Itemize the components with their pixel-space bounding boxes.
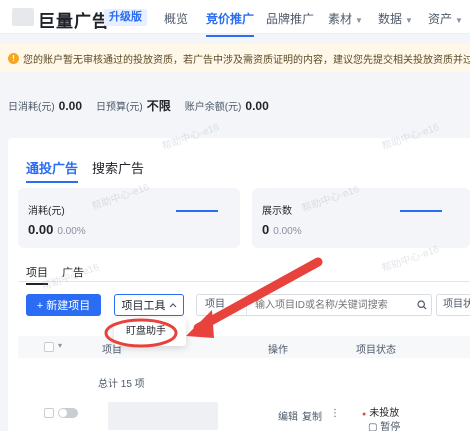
metric-card-spend[interactable]: 消耗(元) 0.00 0.00% — [18, 188, 240, 248]
chevron-down-icon: ▼ — [355, 16, 363, 25]
account-stats: 日消耗(元) 0.00 日预算(元) 不限 账户余额(元) 0.00 — [0, 90, 470, 120]
select-all-checkbox[interactable] — [44, 342, 54, 352]
top-nav: 巨量广告 升级版 概览 竞价推广 品牌推广 素材 ▼ 数据 ▼ 资产 ▼ — [0, 0, 470, 37]
metric-label: 消耗(元) — [28, 206, 65, 217]
search-group: 项目 — [196, 294, 432, 316]
metric-value: 0 — [262, 222, 270, 237]
warning-text: 您的账户暂无审核通过的投放资质，若广告中涉及需资质证明的内容，建议您先提交相关投… — [23, 54, 470, 66]
main-panel: 通投广告 搜索广告 消耗(元) 0.00 0.00% 展示数 0 0.00% 项目 … — [8, 138, 470, 431]
table-total-count: 总计 15 项 — [98, 379, 145, 390]
stat-account-balance: 账户余额(元) 0.00 — [184, 98, 269, 113]
tab-search-ads[interactable]: 搜索广告 — [92, 158, 144, 177]
chevron-down-icon[interactable]: ▾ — [58, 341, 62, 350]
table-header: ▾ 项目 操作 项目状态 — [18, 336, 470, 358]
chevron-up-icon — [169, 303, 176, 308]
metric-sparkline — [400, 210, 442, 212]
warning-icon: ! — [8, 52, 19, 64]
row-status: 未投放 — [362, 404, 399, 419]
table-row: 编辑 复制 ⋮ 未投放 ▢ 暂停 — [18, 400, 470, 431]
column-header-actions: 操作 — [268, 345, 288, 356]
project-name-redacted — [108, 402, 218, 430]
search-type-select[interactable]: 项目 — [197, 295, 247, 315]
qualification-warning-banner: ! 您的账户暂无审核通过的投放资质，若广告中涉及需资质证明的内容，建议您先提交相… — [0, 44, 470, 72]
status-filter-select[interactable]: 项目状 — [436, 294, 470, 316]
tab-ad[interactable]: 广告 — [62, 264, 84, 280]
divider — [18, 281, 470, 282]
chevron-down-icon: ▼ — [455, 16, 463, 25]
edit-action[interactable]: 编辑 — [278, 408, 298, 423]
chevron-down-icon: ▼ — [405, 16, 413, 25]
version-badge: 升级版 — [104, 9, 147, 26]
project-tools-button[interactable]: 项目工具 — [114, 294, 184, 316]
metric-percent: 0.00% — [57, 226, 86, 237]
row-status-toggle[interactable] — [58, 408, 78, 418]
new-project-button[interactable]: + 新建项目 — [26, 294, 101, 316]
dropdown-item-monitor-assistant[interactable]: 盯盘助手 — [126, 326, 166, 337]
more-actions-icon[interactable]: ⋮ — [330, 408, 340, 419]
nav-item-brand[interactable]: 品牌推广 — [266, 10, 314, 27]
nav-item-bidding[interactable]: 竞价推广 — [206, 10, 255, 37]
metric-percent: 0.00% — [273, 226, 302, 237]
stat-daily-budget: 日预算(元) 不限 — [96, 98, 171, 113]
nav-item-data[interactable]: 数据 ▼ — [378, 10, 413, 27]
tab-general-ads[interactable]: 通投广告 — [26, 158, 79, 183]
metric-card-impressions[interactable]: 展示数 0 0.00% — [252, 188, 470, 248]
logo — [12, 8, 34, 26]
metric-label: 展示数 — [262, 206, 292, 217]
nav-item-assets[interactable]: 资产 ▼ — [428, 10, 463, 27]
metric-sparkline — [176, 210, 218, 212]
row-checkbox[interactable] — [44, 408, 54, 418]
tab-project[interactable]: 项目 — [26, 264, 48, 285]
row-status-sub: ▢ 暂停 — [368, 422, 401, 431]
project-tools-dropdown: 盯盘助手 — [114, 318, 186, 346]
ad-type-tabs: 通投广告 搜索广告 — [26, 158, 144, 183]
level-tabs: 项目 广告 — [26, 264, 84, 285]
brand-name: 巨量广告 — [38, 12, 110, 31]
nav-item-creative[interactable]: 素材 ▼ — [328, 10, 363, 27]
search-input[interactable] — [247, 295, 413, 315]
metric-value: 0.00 — [28, 222, 54, 237]
stat-daily-spend: 日消耗(元) 0.00 — [8, 98, 83, 113]
copy-action[interactable]: 复制 — [302, 408, 322, 423]
column-header-status: 项目状态 — [356, 345, 396, 356]
nav-item-overview[interactable]: 概览 — [164, 10, 188, 27]
search-icon[interactable] — [413, 300, 431, 310]
